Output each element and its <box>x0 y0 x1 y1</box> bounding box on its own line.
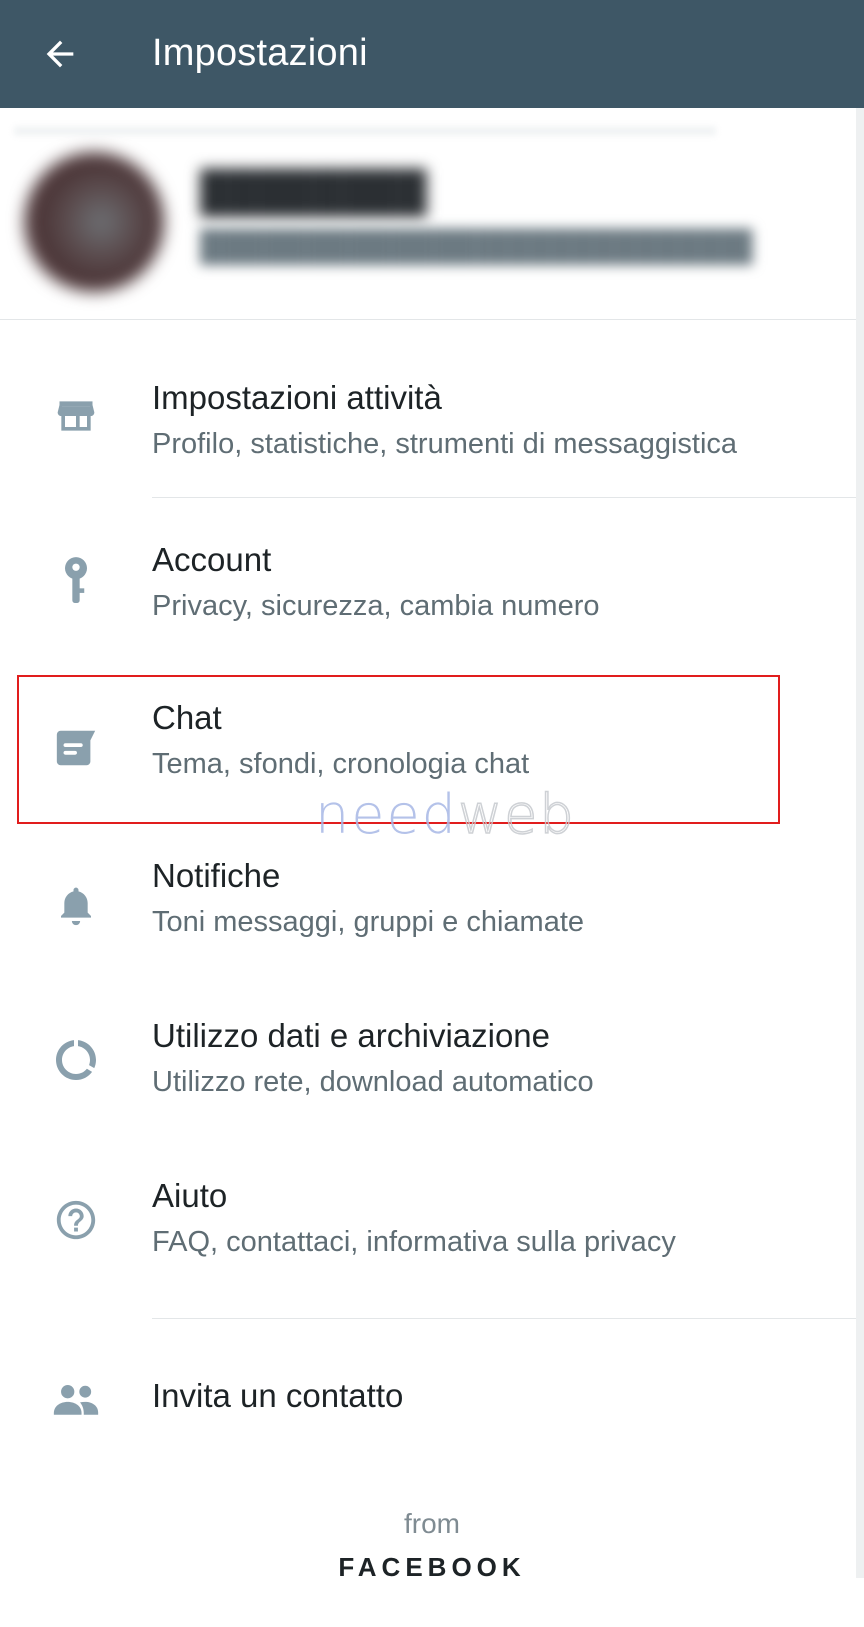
settings-screen: Impostazioni ████████ ██████████████████… <box>0 0 864 1627</box>
scrollbar[interactable] <box>856 108 864 1578</box>
settings-item-title: Invita un contatto <box>152 1377 404 1414</box>
settings-item-subtitle: FAQ, contattaci, informativa sulla priva… <box>152 1226 676 1258</box>
people-icon <box>50 1374 102 1426</box>
settings-item-account[interactable]: Account Privacy, sicurezza, cambia numer… <box>0 515 864 665</box>
footer-brand: FACEBOOK <box>338 1552 526 1582</box>
settings-item-title: Impostazioni attività <box>152 379 442 416</box>
settings-item-title: Aiuto <box>152 1177 228 1214</box>
arrow-left-icon <box>46 40 74 68</box>
app-bar: Impostazioni <box>0 0 864 108</box>
page-title: Impostazioni <box>152 32 368 74</box>
profile-section[interactable]: ████████ ██████████████████████████ <box>0 108 864 320</box>
store-icon <box>50 390 102 442</box>
back-button[interactable] <box>36 30 84 78</box>
settings-item-title: Account <box>152 541 272 578</box>
divider <box>152 497 864 498</box>
help-icon <box>50 1194 102 1246</box>
profile-top-line <box>14 126 716 136</box>
profile-status-blurred: ██████████████████████████ <box>200 230 753 263</box>
settings-item-subtitle: Profilo, statistiche, strumenti di messa… <box>152 428 738 460</box>
settings-item-title: Notifiche <box>152 857 281 894</box>
settings-item-subtitle: Privacy, sicurezza, cambia numero <box>152 590 600 622</box>
settings-item-notifications[interactable]: Notifiche Toni messaggi, gruppi e chiama… <box>0 836 864 986</box>
settings-item-invite[interactable]: Invita un contatto <box>0 1340 864 1460</box>
settings-item-subtitle: Utilizzo rete, download automatico <box>152 1066 594 1098</box>
profile-name-blurred: ████████ <box>200 170 427 214</box>
settings-item-business[interactable]: Impostazioni attività Profilo, statistic… <box>0 346 864 496</box>
settings-item-subtitle: Toni messaggi, gruppi e chiamate <box>152 906 585 938</box>
avatar[interactable] <box>24 152 164 292</box>
data-usage-icon <box>50 1034 102 1086</box>
settings-item-title: Utilizzo dati e archiviazione <box>152 1017 551 1054</box>
settings-item-data-storage[interactable]: Utilizzo dati e archiviazione Utilizzo r… <box>0 996 864 1146</box>
divider <box>152 1318 864 1319</box>
key-icon <box>50 555 102 607</box>
bell-icon <box>50 880 102 932</box>
footer-from: from <box>404 1508 460 1539</box>
settings-item-help[interactable]: Aiuto FAQ, contattaci, informativa sulla… <box>0 1156 864 1306</box>
